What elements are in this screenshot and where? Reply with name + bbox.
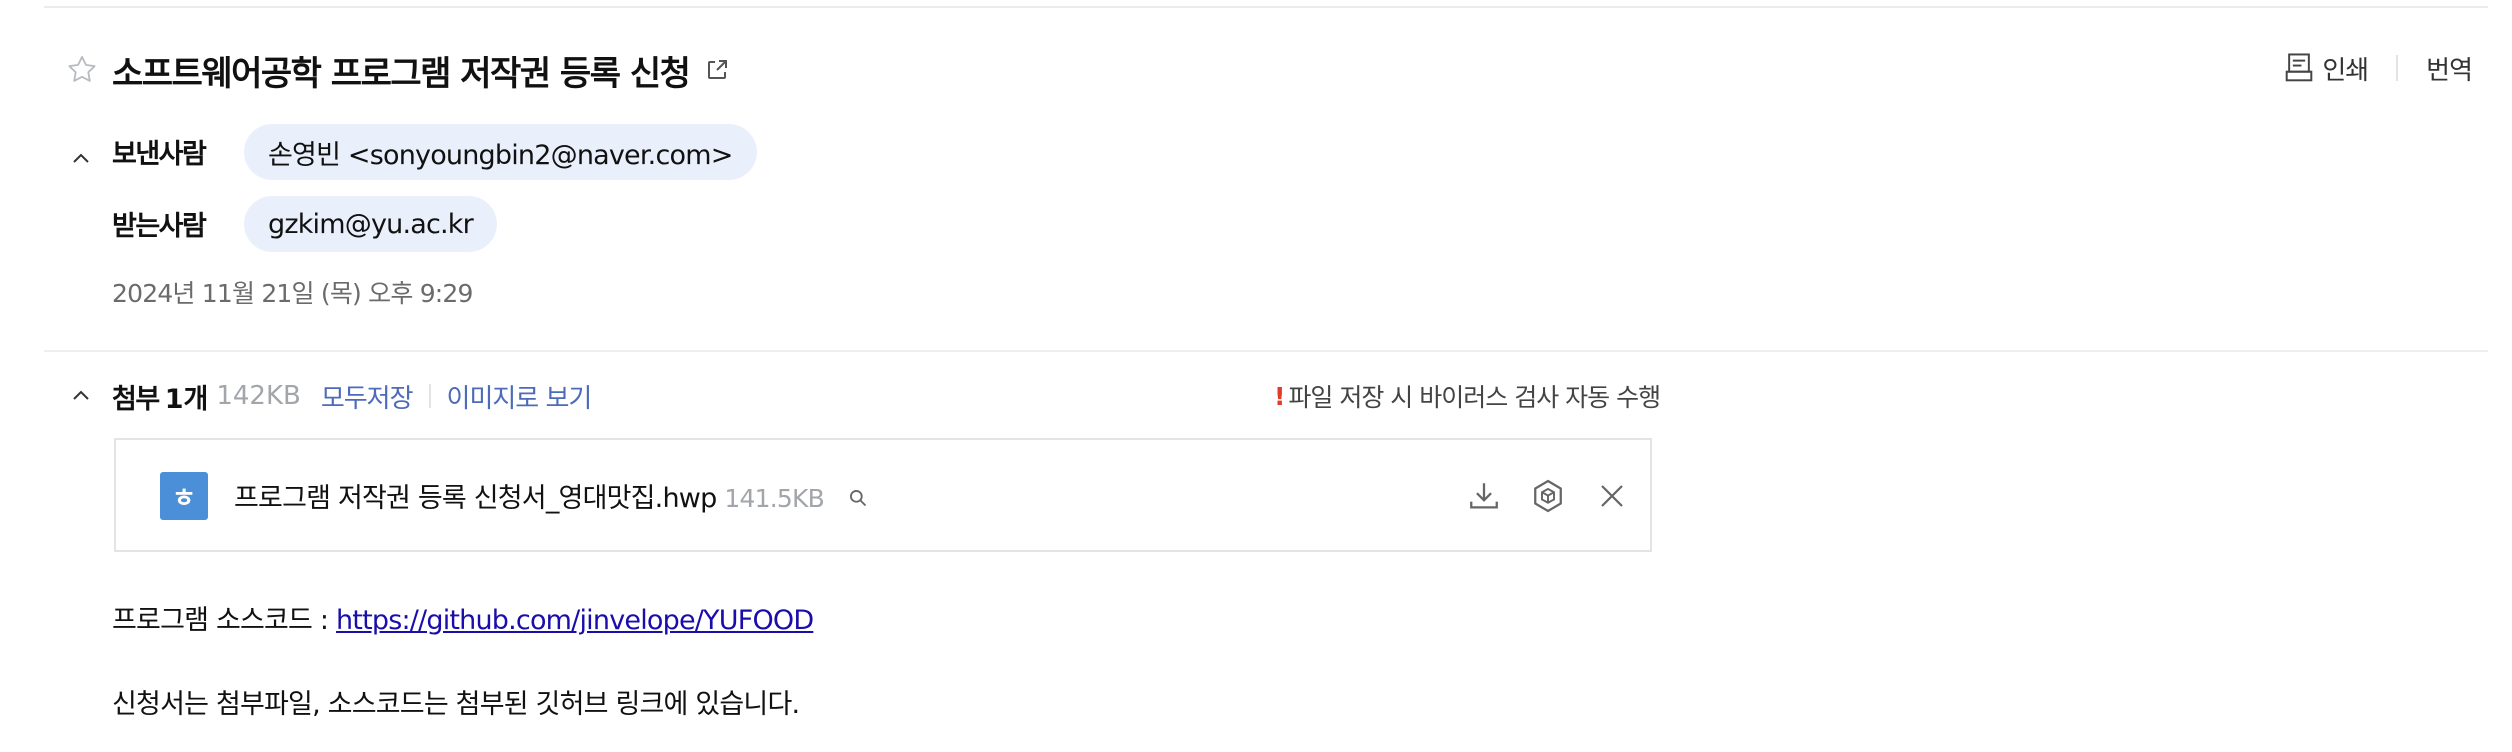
body-note: 신청서는 첨부파일, 소스코드는 첨부된 깃허브 링크에 있습니다. <box>112 689 800 720</box>
action-separator <box>2396 55 2399 81</box>
attachment-item: ㅎ 프로그램 저작권 등록 신청서_영대맛집.hwp 141.5KB <box>114 438 1652 552</box>
chevron-up-icon[interactable] <box>66 381 96 411</box>
sender-label: 보낸사람 <box>112 139 207 170</box>
source-code-line: 프로그램 소스코드 : https://github.com/jinvelope… <box>112 598 814 637</box>
attachments-total-size: 142KB <box>216 381 301 411</box>
top-divider <box>44 6 2488 8</box>
chevron-up-icon[interactable] <box>66 144 96 174</box>
recipient-chip[interactable]: gzkim@yu.ac.kr <box>244 196 497 252</box>
print-label: 인쇄 <box>2322 55 2369 86</box>
sender-row <box>66 124 96 180</box>
subject-row: 소프트웨어공학 프로그램 저작권 등록 신청 <box>62 46 733 94</box>
link-separator <box>428 384 431 408</box>
attachment-size: 141.5KB <box>724 484 824 513</box>
mail-subject: 소프트웨어공학 프로그램 저작권 등록 신청 <box>112 53 691 94</box>
attachments-count: 1개 <box>164 383 209 415</box>
top-actions: 인쇄 번역 <box>2284 48 2473 88</box>
mail-date: 2024년 11월 21일 (목) 오후 9:29 <box>112 279 473 308</box>
attachments-title: 첨부 <box>112 383 160 415</box>
header-divider <box>44 350 2488 352</box>
translate-button[interactable]: 번역 <box>2426 50 2473 87</box>
virus-notice: ! 파일 저장 시 바이러스 검사 자동 수행 <box>1274 376 1661 416</box>
translate-label: 번역 <box>2426 55 2473 86</box>
star-icon[interactable] <box>62 50 102 90</box>
github-link[interactable]: https://github.com/jinvelope/YUFOOD <box>336 605 814 636</box>
close-icon[interactable] <box>1588 472 1636 520</box>
printer-icon <box>2286 53 2313 82</box>
recipient-label: 받는사람 <box>112 211 207 242</box>
warning-icon: ! <box>1274 381 1285 411</box>
download-icon[interactable] <box>1460 472 1508 520</box>
external-link-icon[interactable] <box>705 56 733 84</box>
attachment-file[interactable]: 프로그램 저작권 등록 신청서_영대맛집.hwp 141.5KB <box>234 476 868 515</box>
search-icon[interactable] <box>848 484 868 515</box>
save-all-button[interactable]: 모두저장 <box>321 378 414 415</box>
sender-chip[interactable]: 손영빈 <sonyoungbin2@naver.com> <box>244 124 757 180</box>
view-as-image-button[interactable]: 이미지로 보기 <box>447 378 593 415</box>
source-code-label: 프로그램 소스코드 : <box>112 605 336 636</box>
hexagon-box-icon[interactable] <box>1524 472 1572 520</box>
print-button[interactable]: 인쇄 <box>2284 50 2369 87</box>
attachment-name[interactable]: 프로그램 저작권 등록 신청서_영대맛집.hwp <box>234 483 717 514</box>
virus-notice-text: 파일 저장 시 바이러스 검사 자동 수행 <box>1288 383 1661 412</box>
hwp-file-icon: ㅎ <box>160 472 208 520</box>
